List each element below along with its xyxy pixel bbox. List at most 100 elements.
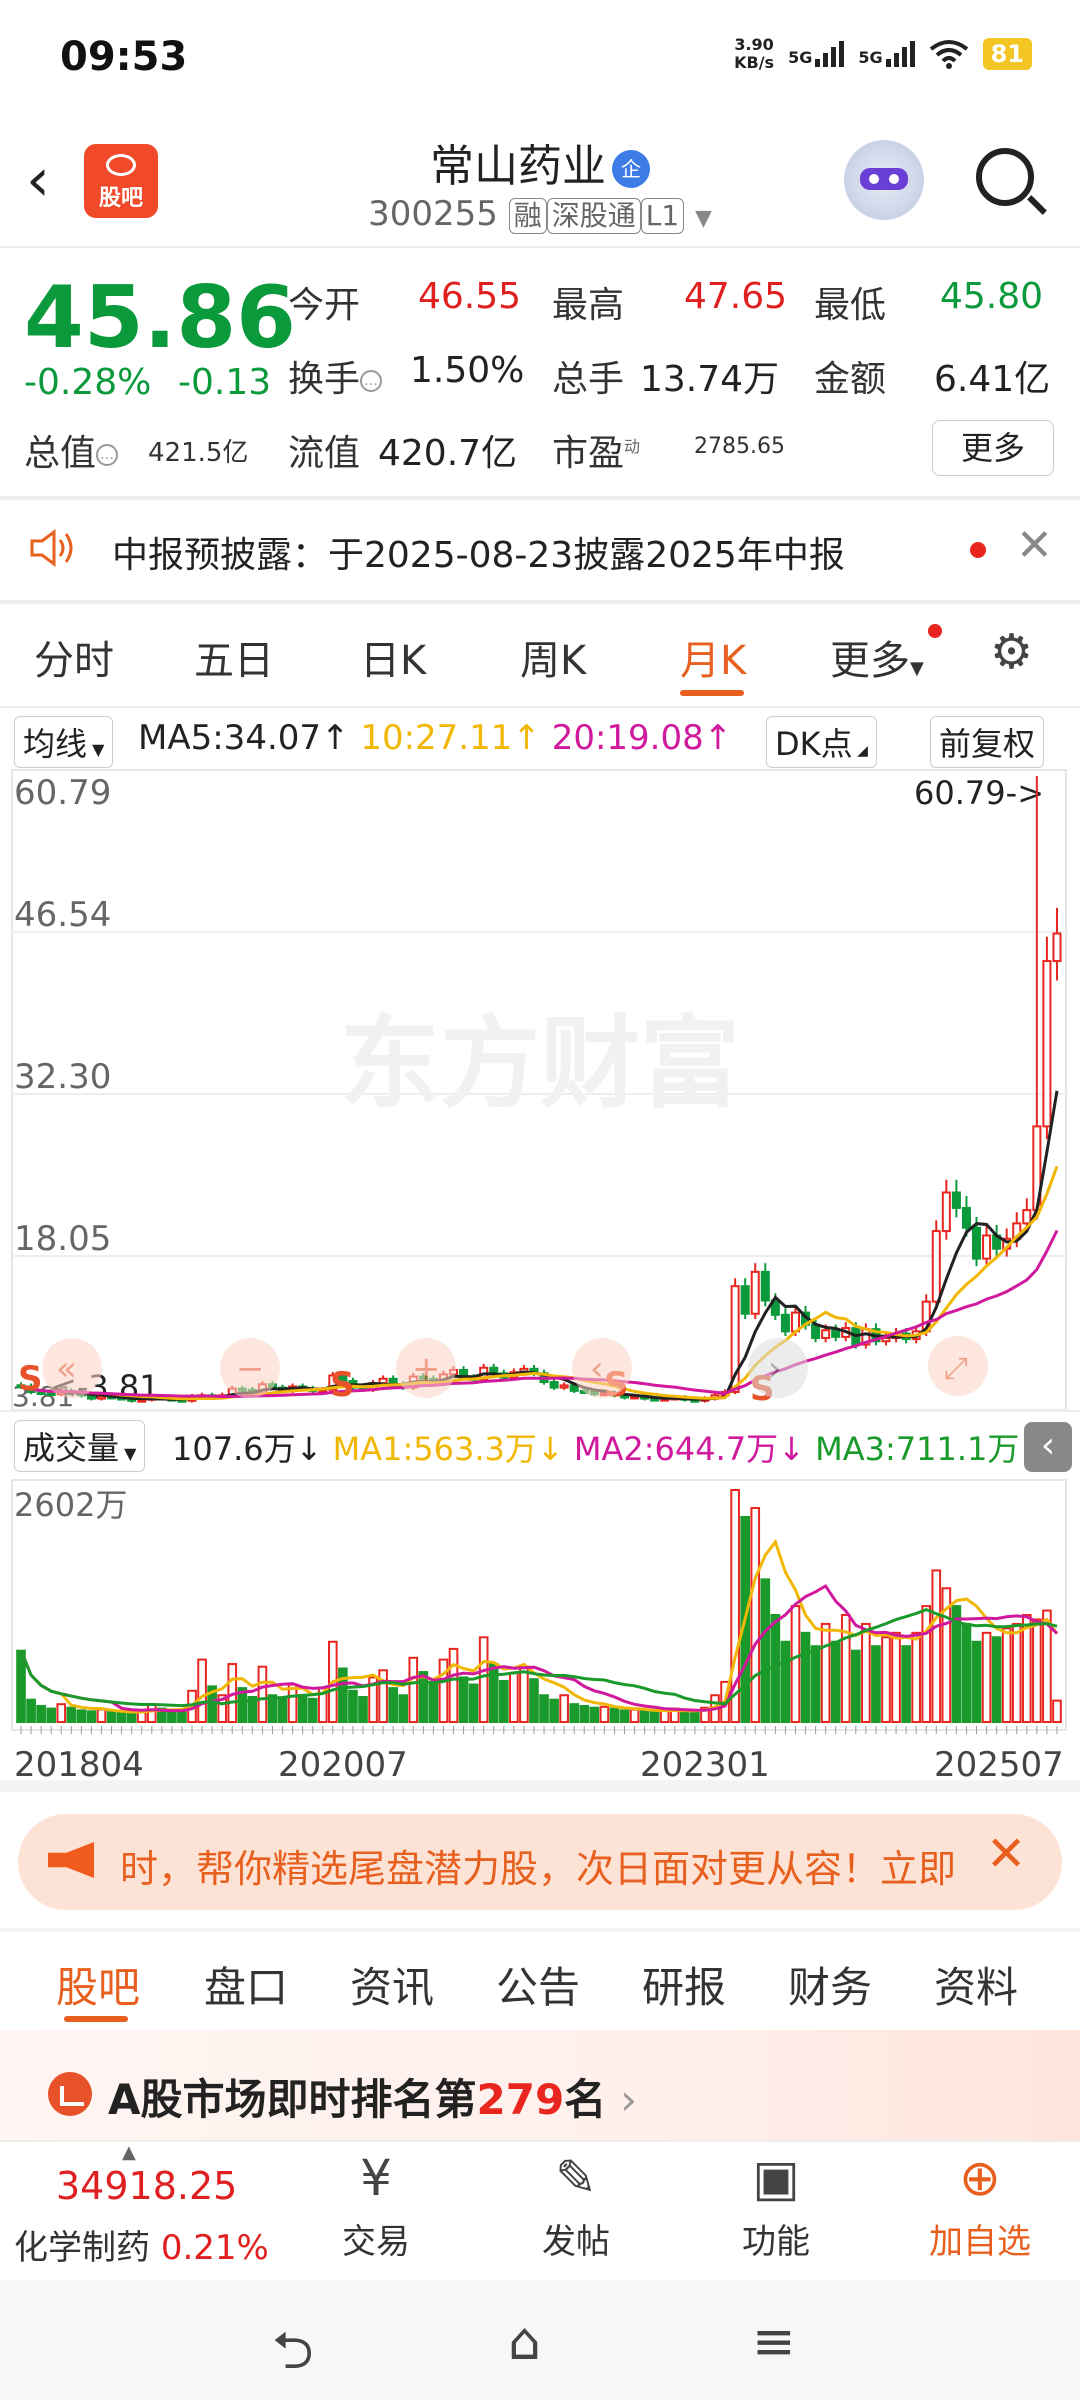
robot-assistant-icon[interactable] xyxy=(844,140,924,220)
volume-bar xyxy=(981,1631,992,1724)
volume-bar xyxy=(529,1678,539,1723)
sector-index-name[interactable]: 化学制药 0.21% xyxy=(14,2220,269,2269)
volume-bar xyxy=(871,1645,881,1724)
close-icon[interactable]: ✕ xyxy=(986,1826,1026,1882)
home-nav-icon[interactable]: ⌂ xyxy=(508,2312,541,2372)
svg-text:⤢: ⤢ xyxy=(944,1351,968,1386)
candle xyxy=(931,1230,941,1303)
promo-text[interactable]: 时，帮你精选尾盘潜力股，次日面对更从容！立即 xyxy=(120,1838,956,1893)
candle xyxy=(831,1329,841,1338)
tab-five-day[interactable]: 五日 xyxy=(194,628,274,686)
float-value: 420.7亿 xyxy=(378,433,518,474)
kline-chart[interactable]: 东方财富 60.79 46.54 32.30 18.05 3.81 60.79-… xyxy=(0,768,1080,1798)
yen-cycle-icon: ¥ xyxy=(360,2149,392,2207)
search-icon[interactable] xyxy=(976,148,1034,206)
post-button[interactable]: ✎ 发帖 xyxy=(496,2148,656,2263)
chart-nav-controls[interactable]: « − + ‹ › ⤢ xyxy=(42,1336,988,1398)
tab-intraday[interactable]: 分时 xyxy=(34,628,114,686)
close-icon[interactable]: ✕ xyxy=(1016,520,1053,571)
tab-announcements[interactable]: 公告 xyxy=(496,1954,580,2015)
adjust-select[interactable]: 前复权 xyxy=(930,716,1045,768)
divider xyxy=(0,1780,1080,1792)
low-value: 45.80 xyxy=(940,276,1044,317)
tab-orderbook[interactable]: 盘口 xyxy=(204,1954,288,2015)
divider xyxy=(0,496,1080,500)
volume-bar xyxy=(338,1667,348,1723)
x-tick-label: 202507 xyxy=(934,1745,1064,1785)
tab-news[interactable]: 资讯 xyxy=(350,1954,434,2015)
collapse-panel-icon[interactable]: ‹ xyxy=(1024,1422,1072,1472)
volume-axis-max: 2602万 xyxy=(14,1486,127,1524)
volume-bar xyxy=(991,1636,1002,1723)
candle xyxy=(750,1270,760,1315)
volume-bar xyxy=(589,1706,600,1724)
tab-more[interactable]: 更多▼ xyxy=(830,628,924,686)
functions-label: 功能 xyxy=(742,2222,810,2262)
stock-name: 常山药业 xyxy=(430,141,606,192)
info-icon[interactable]: … xyxy=(360,370,383,392)
ma-select[interactable]: 均线 ▼ xyxy=(14,716,114,768)
volume-bar xyxy=(358,1696,368,1724)
trade-label: 交易 xyxy=(342,2222,410,2262)
add-watchlist-label: 加自选 xyxy=(929,2222,1031,2262)
volume-bar xyxy=(549,1698,559,1724)
turnover-value: 1.50% xyxy=(410,350,525,391)
price-tick: 32.30 xyxy=(14,1057,111,1097)
gear-icon[interactable]: ⚙ xyxy=(990,628,1033,676)
active-tab-indicator xyxy=(64,2016,128,2022)
add-watchlist-button[interactable]: ⊕ 加自选 xyxy=(900,2148,1060,2263)
tag-connect: 深股通 xyxy=(546,198,641,234)
volume-bar xyxy=(1001,1627,1012,1723)
tab-guba[interactable]: 股吧 xyxy=(56,1954,140,2015)
functions-button[interactable]: ▣ 功能 xyxy=(696,2148,856,2263)
volume-bar xyxy=(519,1665,529,1723)
more-button[interactable]: 更多 xyxy=(932,420,1054,476)
up-arrow-icon: ↑ xyxy=(321,718,350,758)
signal-icon: 5G xyxy=(788,41,845,67)
vol-ma2: MA2:644.7万 xyxy=(573,1430,779,1468)
up-arrow-icon: ↑ xyxy=(703,718,733,758)
sector-index-value[interactable]: 34918.25 xyxy=(56,2164,237,2208)
info-icon[interactable]: … xyxy=(96,444,119,466)
back-nav-icon[interactable]: ⮌ xyxy=(272,2312,314,2400)
volume-bar xyxy=(46,1707,57,1723)
up-arrow-icon: ↑ xyxy=(512,718,541,758)
unread-dot xyxy=(970,542,986,558)
vol-ma1: MA1:563.3万 xyxy=(332,1430,537,1468)
tab-profile[interactable]: 资料 xyxy=(934,1954,1018,2015)
tab-monthly-k[interactable]: 月K xyxy=(680,628,746,686)
menu-nav-icon[interactable]: ≡ xyxy=(752,2312,796,2372)
tab-financials[interactable]: 财务 xyxy=(788,1954,872,2015)
volume-bar xyxy=(1011,1622,1022,1723)
volume-select[interactable]: 成交量 ▼ xyxy=(14,1420,146,1472)
dk-point-select[interactable]: DK点 ◢ xyxy=(766,716,877,768)
stock-code: 300255 xyxy=(368,194,498,234)
ma-line xyxy=(20,1165,1059,1401)
volume-bar xyxy=(146,1703,157,1723)
svg-text:›: › xyxy=(768,1349,782,1389)
tab-daily-k[interactable]: 日K xyxy=(360,628,426,686)
svg-text:«: « xyxy=(56,1349,77,1389)
candle xyxy=(1042,960,1052,1128)
dropdown-icon: ▼ xyxy=(910,658,924,679)
notice-text[interactable]: 中报预披露：于2025-08-23披露2025年中报 xyxy=(112,526,845,578)
tab-research[interactable]: 研报 xyxy=(642,1954,726,2015)
change-pct: -0.28% xyxy=(24,362,152,403)
candle xyxy=(46,1392,56,1397)
volume-bar xyxy=(891,1631,901,1724)
tab-weekly-k[interactable]: 周K xyxy=(520,628,586,686)
volume-label: 总手 xyxy=(552,359,625,400)
volume-bar xyxy=(66,1706,77,1724)
candle xyxy=(971,1226,982,1260)
volume-bar xyxy=(398,1694,409,1723)
rank-text[interactable]: A股市场即时排名第279名 › xyxy=(108,2066,637,2127)
trade-button[interactable]: ¥ 交易 xyxy=(296,2148,456,2263)
volume-value: 107.6万 xyxy=(172,1430,296,1468)
turnover-label: 换手… xyxy=(288,350,383,402)
volume-bar xyxy=(901,1645,911,1724)
mktcap-value: 421.5亿 xyxy=(148,438,249,468)
x-tick-label: 202007 xyxy=(278,1745,408,1785)
max-price-label: 60.79-> xyxy=(914,774,1044,812)
candle xyxy=(821,1329,831,1339)
ma-lines xyxy=(20,1090,1059,1401)
